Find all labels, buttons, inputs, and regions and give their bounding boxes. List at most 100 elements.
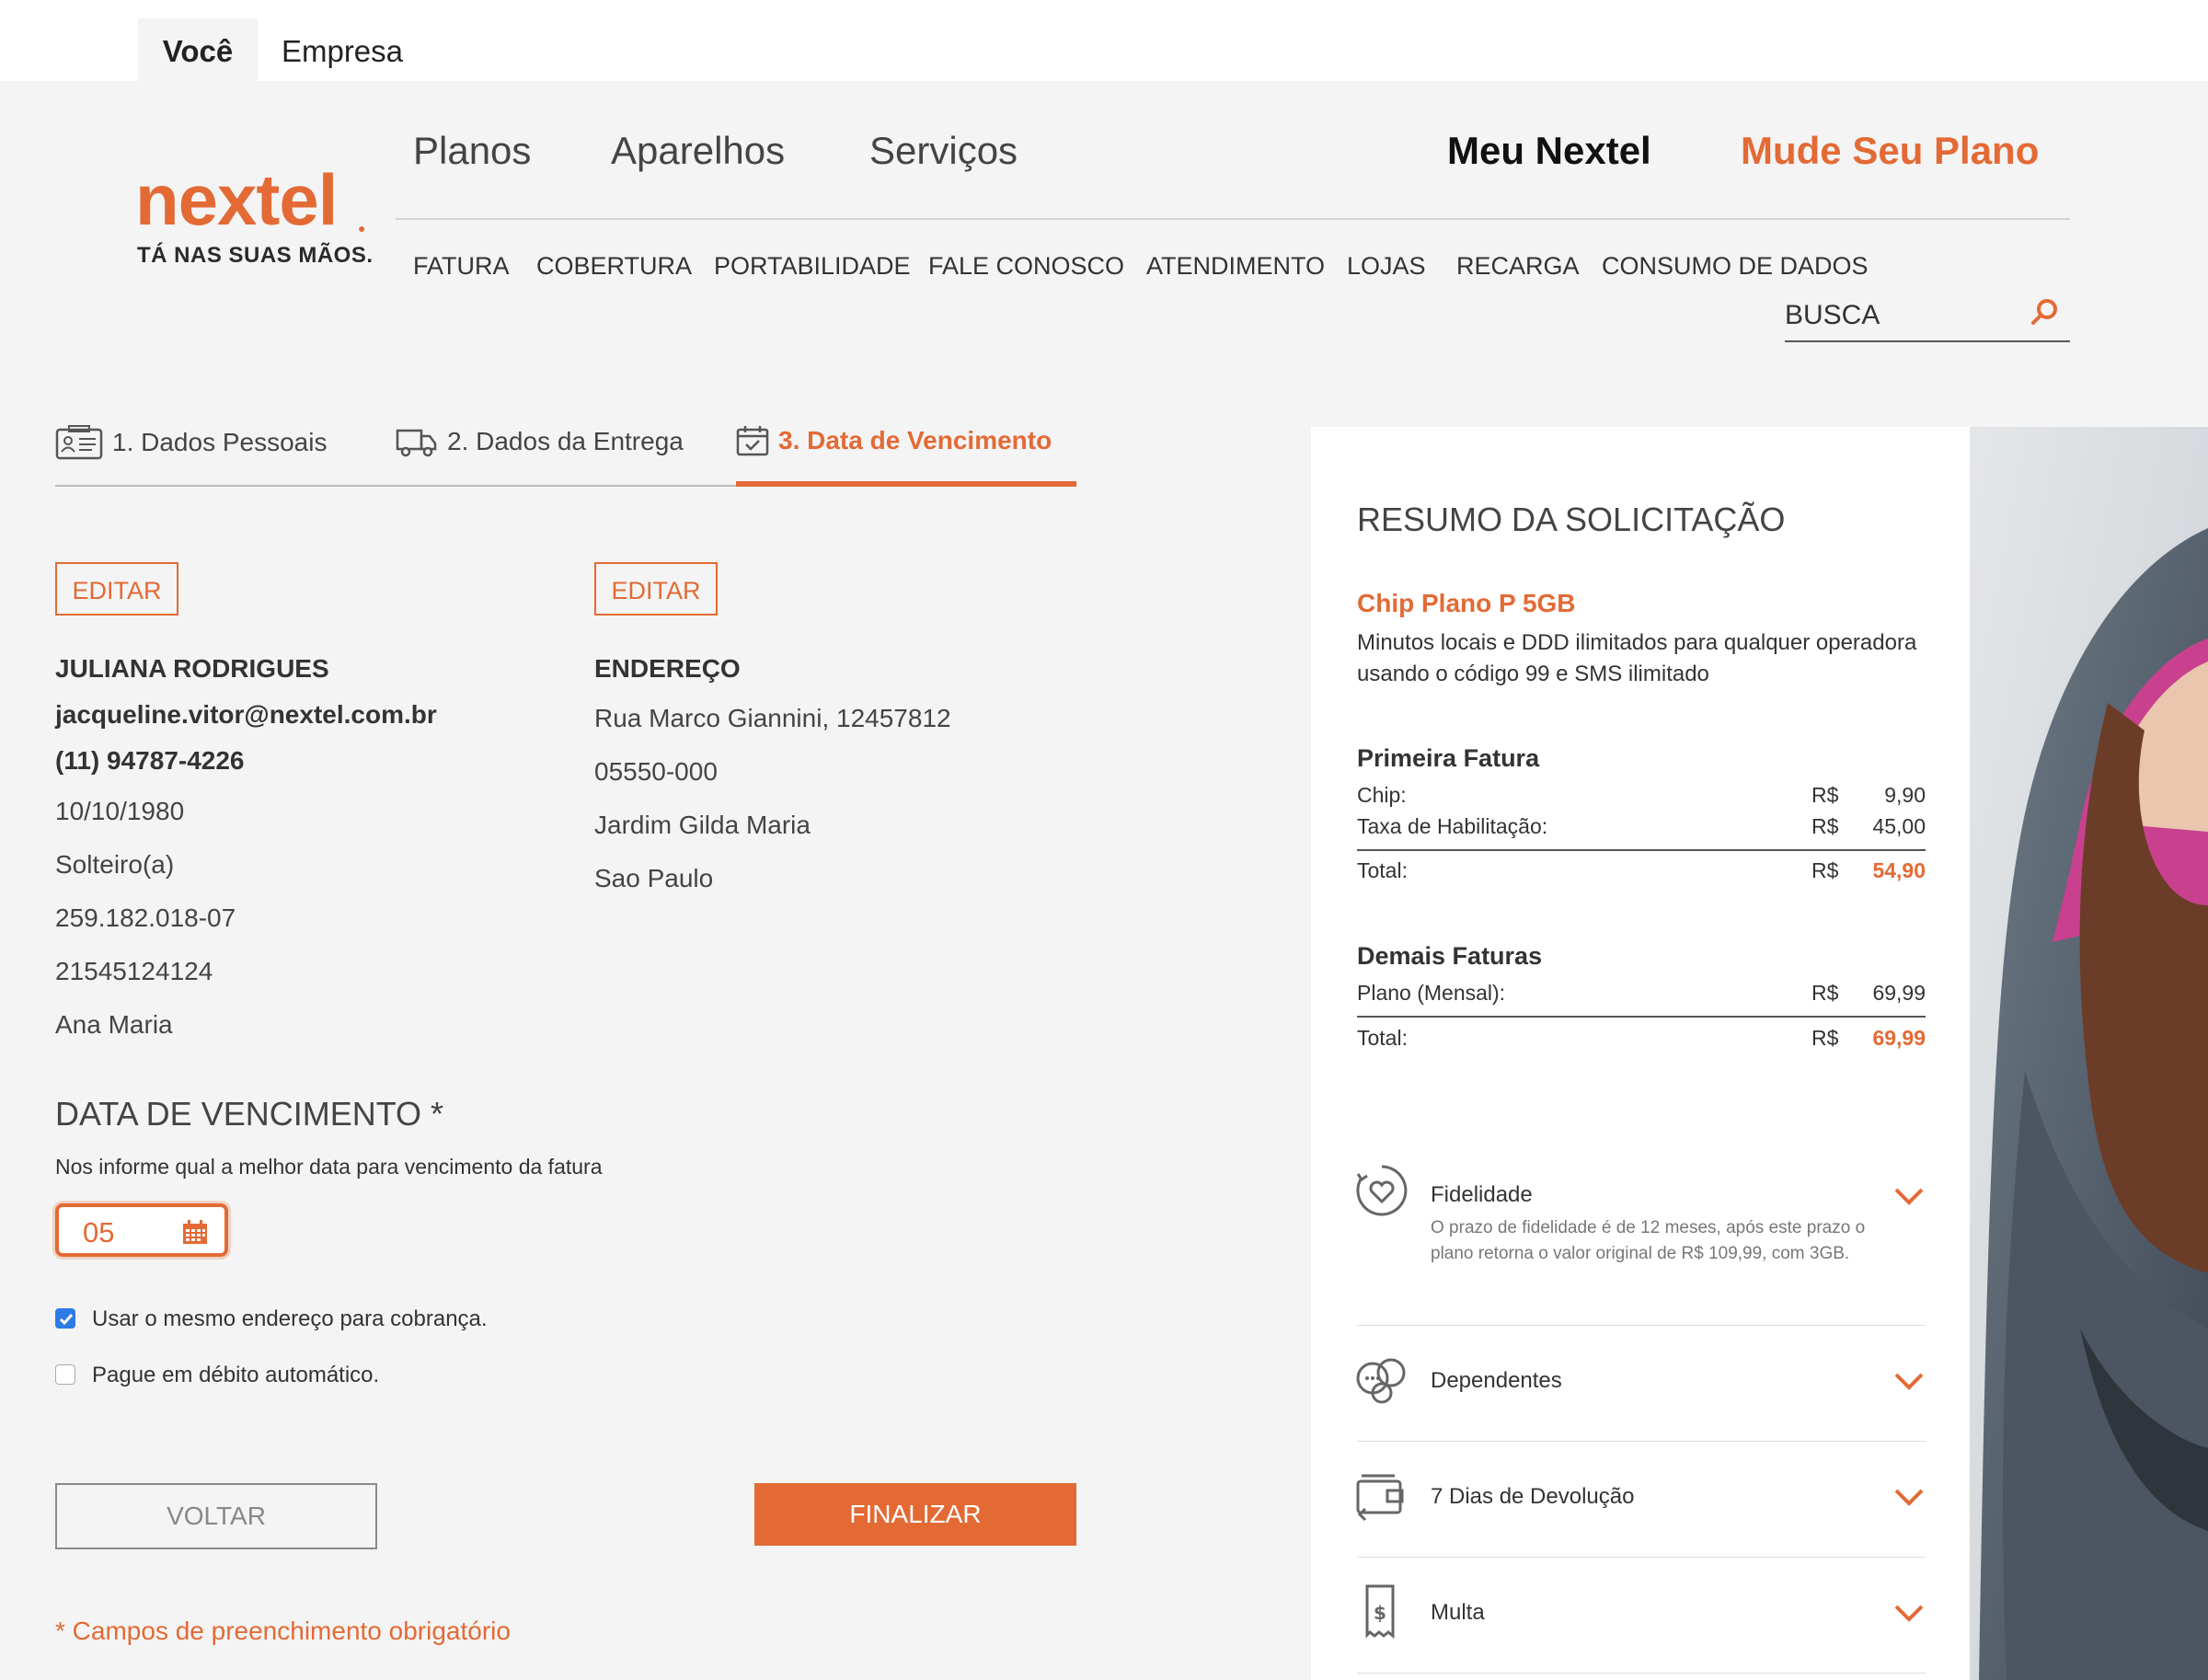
first-bill-heading: Primeira Fatura (1357, 744, 1540, 772)
svg-text:$: $ (1374, 1602, 1386, 1624)
truck-icon (396, 429, 437, 457)
nav-servicos[interactable]: Serviços (869, 129, 1018, 173)
step-dados-entrega[interactable]: 2. Dados da Entrega (396, 425, 684, 458)
first-bill-row-chip: Chip: R$ 9,90 (1357, 783, 1926, 812)
total-currency: R$ (1811, 1026, 1839, 1050)
accordion-divider (1357, 1441, 1926, 1442)
logo-registered-mark: ● (358, 221, 366, 236)
total-amount: 54,90 (1872, 858, 1926, 882)
row-currency: R$ (1811, 783, 1839, 807)
customer-phone: (11) 94787-4226 (55, 746, 245, 775)
total-currency: R$ (1811, 858, 1839, 882)
nav-meu-nextel[interactable]: Meu Nextel (1447, 129, 1651, 173)
accordion-divider (1357, 1325, 1926, 1326)
same-address-checkbox[interactable] (55, 1308, 75, 1329)
other-bills-total: Total: R$ 69,99 (1357, 1026, 1926, 1055)
due-date-title: DATA DE VENCIMENTO * (55, 1095, 444, 1133)
address-heading: ENDEREÇO (594, 654, 741, 683)
summary-title: RESUMO DA SOLICITAÇÃO (1357, 501, 1786, 538)
steps-active-indicator (736, 481, 1076, 487)
step-2-label: 2. Dados da Entrega (447, 427, 684, 455)
chevron-down-icon[interactable] (1893, 1487, 1925, 1507)
finish-button[interactable]: FINALIZAR (754, 1483, 1076, 1546)
subnav-atendimento[interactable]: ATENDIMENTO (1146, 252, 1325, 281)
step-data-vencimento[interactable]: 3. Data de Vencimento (736, 425, 1052, 456)
subnav-lojas[interactable]: LOJAS (1347, 252, 1426, 281)
subnav-fale-conosco[interactable]: FALE CONOSCO (928, 252, 1124, 281)
customer-rg: 21545124124 (55, 957, 213, 985)
nav-aparelhos[interactable]: Aparelhos (611, 129, 785, 173)
total-amount: 69,99 (1872, 1026, 1926, 1050)
required-fields-note: * Campos de preenchimento obrigatório (55, 1617, 511, 1645)
calendar-check-icon (736, 426, 769, 456)
logo-slogan: TÁ NAS SUAS MÃOS. (137, 243, 374, 268)
accordion-divider (1357, 1557, 1926, 1558)
nav-planos[interactable]: Planos (413, 129, 531, 173)
subnav-recarga[interactable]: RECARGA (1456, 252, 1580, 281)
search-input[interactable]: BUSCA (1785, 300, 1880, 331)
edit-address-button[interactable]: EDITAR (594, 562, 718, 616)
row-amount: 45,00 (1872, 814, 1926, 838)
other-bills-heading: Demais Faturas (1357, 942, 1543, 970)
row-label: Chip: (1357, 783, 1407, 807)
customer-email: jacqueline.vitor@nextel.com.br (55, 700, 437, 729)
search-icon[interactable] (2030, 296, 2061, 328)
accordion-multa-title[interactable]: Multa (1431, 1600, 1485, 1626)
tab-voce[interactable]: Você (138, 18, 258, 81)
due-date-hint: Nos informe qual a melhor data para venc… (55, 1155, 603, 1179)
plan-name: Chip Plano P 5GB (1357, 589, 1576, 617)
accordion-fidelidade-title[interactable]: Fidelidade (1431, 1182, 1533, 1208)
address-city: Sao Paulo (594, 864, 714, 892)
receipt-dollar-icon: $ (1365, 1584, 1395, 1640)
id-card-icon (55, 425, 103, 460)
chevron-down-icon[interactable] (1893, 1186, 1925, 1206)
accordion-divider (1357, 1673, 1926, 1674)
first-bill-total: Total: R$ 54,90 (1357, 858, 1926, 888)
same-address-label: Usar o mesmo endereço para cobrança. (92, 1306, 488, 1331)
total-label: Total: (1357, 858, 1408, 882)
chevron-down-icon[interactable] (1893, 1603, 1925, 1623)
due-date-input[interactable]: 05 (55, 1203, 228, 1257)
accordion-dependentes-title[interactable]: Dependentes (1431, 1368, 1562, 1394)
customer-mother-name: Ana Maria (55, 1010, 173, 1039)
nextel-logo[interactable]: nextel (135, 164, 338, 236)
address-street: Rua Marco Giannini, 12457812 (594, 704, 951, 732)
row-label: Taxa de Habilitação: (1357, 814, 1548, 838)
other-bills-divider (1357, 1016, 1926, 1018)
row-amount: 9,90 (1884, 783, 1926, 807)
tab-empresa[interactable]: Empresa (269, 18, 416, 81)
auto-debit-label: Pague em débito automático. (92, 1363, 380, 1387)
row-currency: R$ (1811, 981, 1839, 1005)
other-bills-row-plan: Plano (Mensal): R$ 69,99 (1357, 981, 1926, 1010)
step-3-label: 3. Data de Vencimento (778, 426, 1052, 455)
address-zip: 05550-000 (594, 757, 718, 786)
subnav-fatura[interactable]: FATURA (413, 252, 510, 281)
search-underline (1785, 340, 2070, 342)
customer-cpf: 259.182.018-07 (55, 903, 236, 932)
row-label: Plano (Mensal): (1357, 981, 1506, 1005)
customer-marital-status: Solteiro(a) (55, 850, 175, 879)
row-amount: 69,99 (1872, 981, 1926, 1005)
auto-debit-checkbox[interactable] (55, 1364, 75, 1385)
due-date-value: 05 (83, 1216, 115, 1248)
checkmark-icon (59, 1314, 74, 1326)
wallet-return-icon (1356, 1474, 1404, 1522)
back-button[interactable]: VOLTAR (55, 1483, 377, 1549)
calendar-icon[interactable] (182, 1219, 208, 1245)
total-label: Total: (1357, 1026, 1408, 1050)
edit-personal-button[interactable]: EDITAR (55, 562, 178, 616)
first-bill-row-activation: Taxa de Habilitação: R$ 45,00 (1357, 814, 1926, 844)
heart-cycle-icon (1356, 1165, 1408, 1216)
accordion-fidelidade-body: O prazo de fidelidade é de 12 meses, apó… (1431, 1218, 1866, 1263)
first-bill-divider (1357, 849, 1926, 851)
nav-mude-seu-plano[interactable]: Mude Seu Plano (1741, 129, 2039, 173)
chevron-down-icon[interactable] (1893, 1371, 1925, 1391)
subnav-cobertura[interactable]: COBERTURA (536, 252, 692, 281)
subnav-portabilidade[interactable]: PORTABILIDADE (714, 252, 911, 281)
step-1-label: 1. Dados Pessoais (112, 428, 328, 456)
step-dados-pessoais[interactable]: 1. Dados Pessoais (55, 425, 327, 460)
subnav-consumo-de-dados[interactable]: CONSUMO DE DADOS (1602, 252, 1869, 281)
accordion-devolucao-title[interactable]: 7 Dias de Devolução (1431, 1484, 1634, 1510)
people-icon (1356, 1358, 1406, 1404)
address-district: Jardim Gilda Maria (594, 811, 811, 839)
